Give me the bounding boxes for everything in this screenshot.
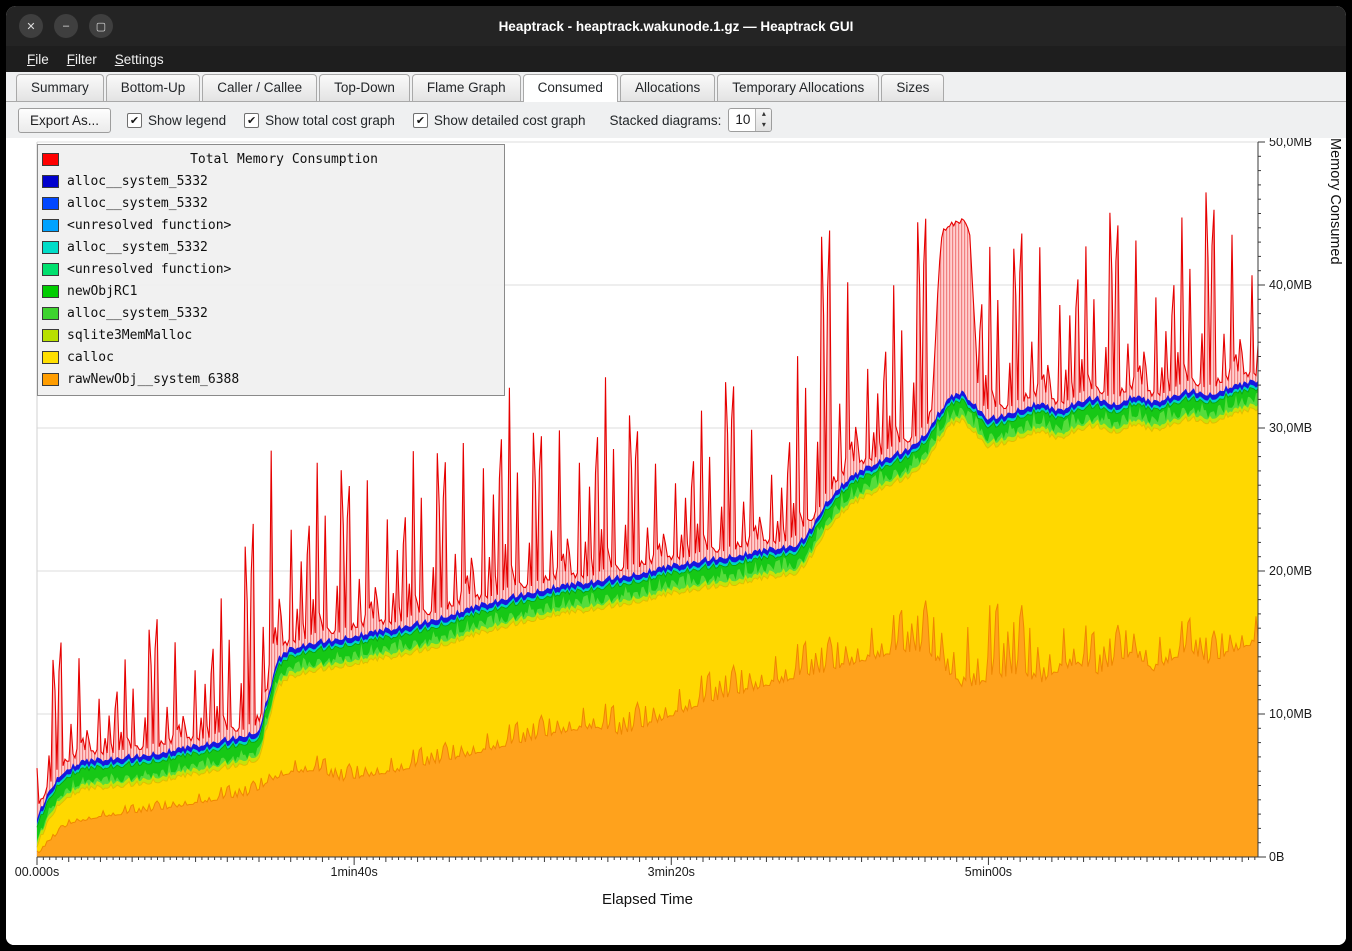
stacked-diagrams-value[interactable]: 10 (729, 109, 755, 131)
close-icon: ✕ (26, 20, 35, 33)
spinner-down-icon[interactable]: ▾ (756, 120, 771, 131)
titlebar: ✕ – ▢ Heaptrack - heaptrack.wakunode.1.g… (6, 6, 1346, 46)
menu-file[interactable]: File (18, 49, 58, 70)
chart-legend: Total Memory Consumption alloc__system_5… (37, 144, 505, 396)
legend-swatch (42, 219, 59, 232)
tab-consumed[interactable]: Consumed (523, 74, 618, 102)
toolbar: Export As... ✔ Show legend ✔ Show total … (6, 102, 1346, 138)
y-tick-label: 30,0MB (1269, 421, 1312, 435)
stacked-diagrams-spinner[interactable]: 10 ▴ ▾ (728, 108, 772, 132)
spinner-up-icon[interactable]: ▴ (756, 109, 771, 120)
legend-item: alloc__system_5332 (42, 302, 501, 324)
legend-swatch (42, 351, 59, 364)
menu-filter[interactable]: Filter (58, 49, 106, 70)
export-as-button[interactable]: Export As... (18, 108, 111, 133)
show-detailed-cost-label: Show detailed cost graph (434, 113, 586, 128)
heaptrack-window: ✕ – ▢ Heaptrack - heaptrack.wakunode.1.g… (6, 6, 1346, 945)
x-tick-label: 1min40s (331, 865, 378, 879)
y-tick-label: 20,0MB (1269, 564, 1312, 578)
maximize-icon: ▢ (96, 20, 106, 33)
legend-swatch (42, 329, 59, 342)
minimize-button[interactable]: – (54, 14, 78, 38)
tab-flame-graph[interactable]: Flame Graph (412, 74, 521, 101)
legend-item: alloc__system_5332 (42, 170, 501, 192)
show-detailed-cost-checkbox[interactable]: ✔ Show detailed cost graph (413, 113, 586, 128)
legend-item: newObjRC1 (42, 280, 501, 302)
legend-swatch (42, 285, 59, 298)
menubar: File Filter Settings (6, 46, 1346, 72)
show-total-cost-checkbox[interactable]: ✔ Show total cost graph (244, 113, 395, 128)
stacked-diagrams-label: Stacked diagrams: (610, 113, 722, 128)
checkbox-check-icon: ✔ (127, 113, 142, 128)
x-tick-label: 5min00s (965, 865, 1012, 879)
tab-summary[interactable]: Summary (16, 74, 104, 101)
legend-item: alloc__system_5332 (42, 192, 501, 214)
tab-sizes[interactable]: Sizes (881, 74, 944, 101)
legend-item: sqlite3MemMalloc (42, 324, 501, 346)
legend-item: rawNewObj__system_6388 (42, 368, 501, 390)
tab-temporary-allocations[interactable]: Temporary Allocations (717, 74, 879, 101)
legend-item: <unresolved function> (42, 214, 501, 236)
legend-item: <unresolved function> (42, 258, 501, 280)
close-button[interactable]: ✕ (19, 14, 43, 38)
y-axis-title: Memory Consumed (1327, 138, 1343, 945)
window-title: Heaptrack - heaptrack.wakunode.1.gz — He… (6, 19, 1346, 34)
x-axis-title: Elapsed Time (602, 891, 693, 908)
chart-area: 00.000s 1min40s 3min20s 5min00s 0B 10,0MB 20,0… (6, 138, 1346, 945)
legend-item: calloc (42, 346, 501, 368)
legend-title: Total Memory Consumption (67, 152, 501, 167)
legend-swatch (42, 241, 59, 254)
minimize-icon: – (63, 20, 69, 32)
y-tick-label: 0B (1269, 850, 1284, 864)
menu-settings[interactable]: Settings (106, 49, 173, 70)
legend-swatch (42, 153, 59, 166)
x-tick-label: 00.000s (15, 865, 59, 879)
tab-allocations[interactable]: Allocations (620, 74, 715, 101)
tab-bottom-up[interactable]: Bottom-Up (106, 74, 201, 101)
checkbox-check-icon: ✔ (413, 113, 428, 128)
x-tick-label: 3min20s (648, 865, 695, 879)
legend-swatch (42, 373, 59, 386)
legend-swatch (42, 197, 59, 210)
tab-bar: Summary Bottom-Up Caller / Callee Top-Do… (6, 72, 1346, 102)
window-controls: ✕ – ▢ (6, 14, 113, 38)
tab-top-down[interactable]: Top-Down (319, 74, 410, 101)
legend-swatch (42, 307, 59, 320)
legend-swatch (42, 263, 59, 276)
y-tick-label: 50,0MB (1269, 138, 1312, 149)
spinner-arrows: ▴ ▾ (755, 109, 771, 131)
y-tick-label: 10,0MB (1269, 707, 1312, 721)
legend-item: alloc__system_5332 (42, 236, 501, 258)
y-tick-label: 40,0MB (1269, 278, 1312, 292)
show-legend-checkbox[interactable]: ✔ Show legend (127, 113, 226, 128)
legend-swatch (42, 175, 59, 188)
maximize-button[interactable]: ▢ (89, 14, 113, 38)
show-legend-label: Show legend (148, 113, 226, 128)
show-total-cost-label: Show total cost graph (265, 113, 395, 128)
checkbox-check-icon: ✔ (244, 113, 259, 128)
tab-caller-callee[interactable]: Caller / Callee (202, 74, 317, 101)
legend-title-row: Total Memory Consumption (42, 148, 501, 170)
